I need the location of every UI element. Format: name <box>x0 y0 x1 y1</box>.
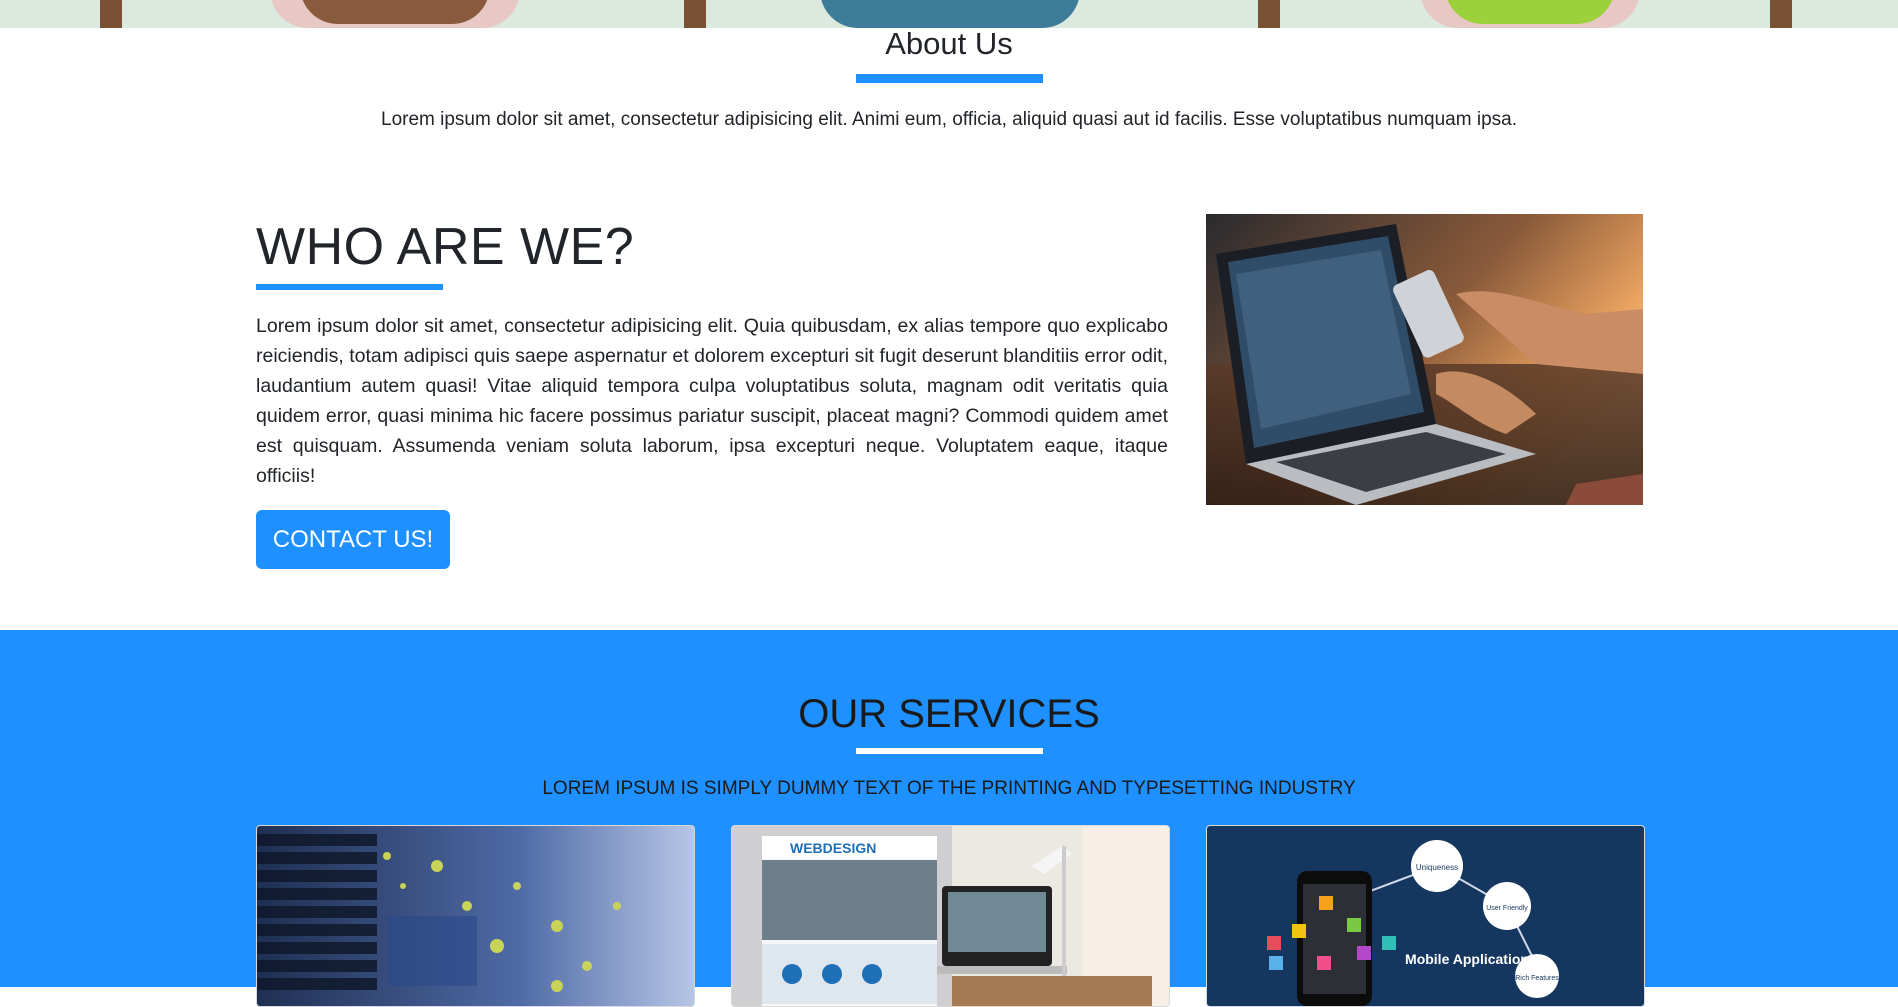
server-rack-image <box>257 826 694 1006</box>
hero-decor <box>1445 0 1615 24</box>
badge-uniqueness: Uniqueness <box>1416 863 1458 872</box>
badge-user-friendly: User Friendly <box>1486 905 1528 912</box>
services-subtitle: LOREM IPSUM IS SIMPLY DUMMY TEXT OF THE … <box>542 778 1356 799</box>
web-design-image: WEBDESIGN <box>732 826 1169 1006</box>
laptop-photo <box>1206 214 1643 505</box>
hero-image-strip <box>0 0 1898 28</box>
hero-post <box>100 0 122 28</box>
contact-us-button[interactable]: CONTACT US! <box>256 510 450 569</box>
service-card-mobile-app[interactable]: Uniqueness User Friendly Rich Features M… <box>1206 825 1645 1007</box>
about-title: About Us <box>885 26 1013 61</box>
services-title: OUR SERVICES <box>798 692 1100 736</box>
hero-decor <box>820 0 1080 28</box>
hero-decor <box>300 0 490 24</box>
mobile-app-caption: Mobile Application <box>1405 951 1529 967</box>
webdesign-logo-text: WEBDESIGN <box>790 840 876 856</box>
service-card-servers[interactable] <box>256 825 695 1007</box>
services-underline <box>856 748 1043 754</box>
who-text: Lorem ipsum dolor sit amet, consectetur … <box>256 315 1168 487</box>
mobile-app-image: Uniqueness User Friendly Rich Features M… <box>1207 826 1644 1006</box>
services-section: OUR SERVICES LOREM IPSUM IS SIMPLY DUMMY… <box>0 630 1898 1007</box>
about-underline <box>856 74 1043 83</box>
hero-post <box>684 0 706 28</box>
who-underline <box>256 284 443 290</box>
who-title: WHO ARE WE? <box>256 218 635 276</box>
about-text: Lorem ipsum dolor sit amet, consectetur … <box>381 109 1517 130</box>
service-card-web-design[interactable]: WEBDESIGN <box>731 825 1170 1007</box>
badge-rich-features: Rich Features <box>1515 975 1559 982</box>
hero-post <box>1258 0 1280 28</box>
hero-post <box>1770 0 1792 28</box>
